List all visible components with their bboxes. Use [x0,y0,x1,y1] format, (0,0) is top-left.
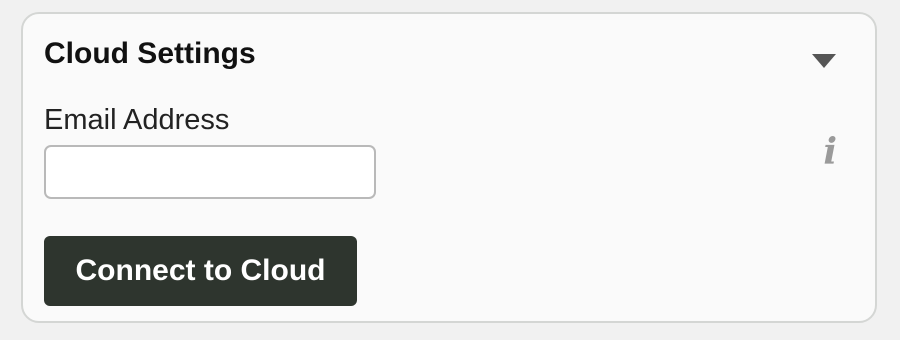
connect-to-cloud-button[interactable]: Connect to Cloud [44,236,357,306]
info-icon[interactable]: i [823,132,837,172]
panel-title: Cloud Settings [44,37,256,70]
email-address-label: Email Address [44,104,230,136]
email-input[interactable] [44,145,376,199]
cloud-settings-panel: Cloud Settings Email Address i Connect t… [21,12,877,323]
caret-down-icon[interactable] [811,52,837,70]
